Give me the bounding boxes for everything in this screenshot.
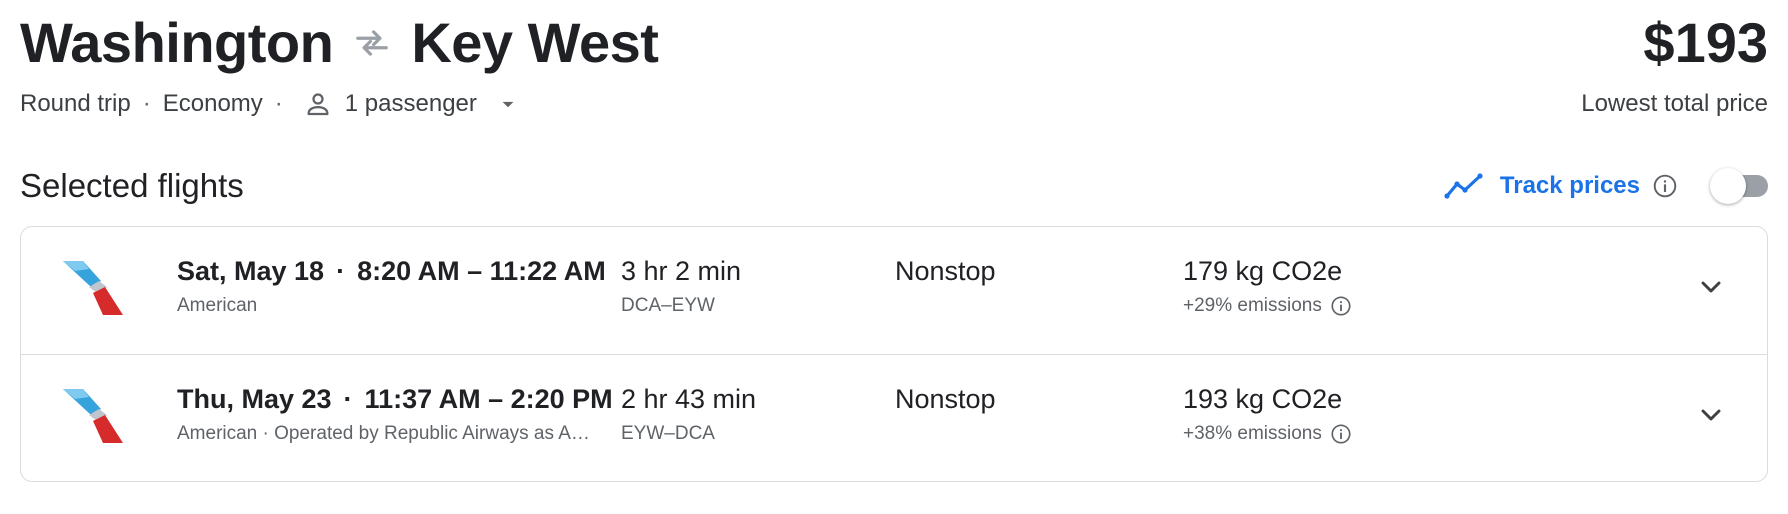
origin-city: Washington — [20, 11, 334, 74]
caret-down-icon — [502, 101, 514, 108]
separator-dot: · — [274, 90, 283, 117]
emissions-info: +38% emissions — [1183, 421, 1352, 447]
trend-line-icon — [1444, 173, 1483, 199]
emissions-delta: +38% emissions — [1183, 423, 1322, 444]
flight-row[interactable]: Thu, May 23 · 11:37 AM – 2:20 PM American … — [21, 354, 1767, 481]
flight-duration: 3 hr 2 min — [621, 256, 742, 286]
separator-dot: · — [343, 384, 353, 414]
chevron-down-icon[interactable] — [1695, 271, 1727, 303]
flight-time-range: 11:37 AM – 2:20 PM — [364, 384, 613, 414]
price-caption: Lowest total price — [1581, 90, 1768, 117]
flight-date: Sat, May 18 — [177, 256, 325, 286]
emissions-info: +29% emissions — [1183, 293, 1352, 319]
american-airlines-logo-icon — [63, 261, 123, 315]
destination-city: Key West — [411, 11, 659, 74]
flight-airports: EYW–DCA — [621, 423, 715, 444]
trip-type: Round trip — [20, 90, 131, 117]
selected-flights-list: Sat, May 18 · 8:20 AM – 11:22 AM American … — [20, 226, 1768, 482]
info-icon[interactable] — [1652, 173, 1678, 199]
carrier-name: American — [177, 295, 258, 316]
trip-options: Round trip · Economy · 1 passenger — [20, 88, 521, 120]
flight-airports: DCA–EYW — [621, 295, 715, 316]
flight-row[interactable]: Sat, May 18 · 8:20 AM – 11:22 AM American … — [21, 227, 1767, 354]
passenger-count: 1 passenger — [344, 90, 477, 117]
toggle-knob — [1710, 168, 1746, 204]
flight-times: Sat, May 18 · 8:20 AM – 11:22 AM — [177, 253, 606, 289]
flight-stops: Nonstop — [895, 256, 996, 286]
person-icon — [307, 93, 329, 116]
track-prices: Track prices — [1444, 166, 1768, 206]
separator-dot: · — [336, 256, 346, 286]
chevron-down-icon[interactable] — [1695, 399, 1727, 431]
american-airlines-logo-icon — [63, 389, 123, 443]
info-icon[interactable] — [1330, 295, 1352, 317]
selected-flights-header: Selected flights Track prices — [20, 160, 1768, 210]
cabin-class: Economy — [162, 90, 263, 117]
flight-date: Thu, May 23 — [177, 384, 332, 414]
flight-duration: 2 hr 43 min — [621, 384, 757, 414]
trip-header: Washington Key West $193 Round trip · Ec… — [20, 0, 1768, 130]
emissions-delta: +29% emissions — [1183, 295, 1322, 316]
section-title: Selected flights — [20, 167, 244, 204]
co2-amount: 193 kg CO2e — [1183, 384, 1343, 414]
flight-stops: Nonstop — [895, 384, 996, 414]
flight-times: Thu, May 23 · 11:37 AM – 2:20 PM — [177, 381, 613, 417]
route-title: Washington Key West — [20, 8, 659, 78]
flight-time-range: 8:20 AM – 11:22 AM — [357, 256, 606, 286]
swap-arrows-icon — [356, 30, 389, 56]
total-price: $193 — [1643, 11, 1768, 74]
track-prices-toggle[interactable] — [1710, 168, 1768, 204]
track-prices-label[interactable]: Track prices — [1500, 172, 1640, 200]
info-icon[interactable] — [1330, 423, 1352, 445]
passenger-selector[interactable]: 1 passenger — [295, 88, 521, 120]
carrier-name: American · Operated by Republic Airways … — [177, 423, 597, 444]
separator-dot: · — [142, 90, 151, 117]
co2-amount: 179 kg CO2e — [1183, 256, 1343, 286]
